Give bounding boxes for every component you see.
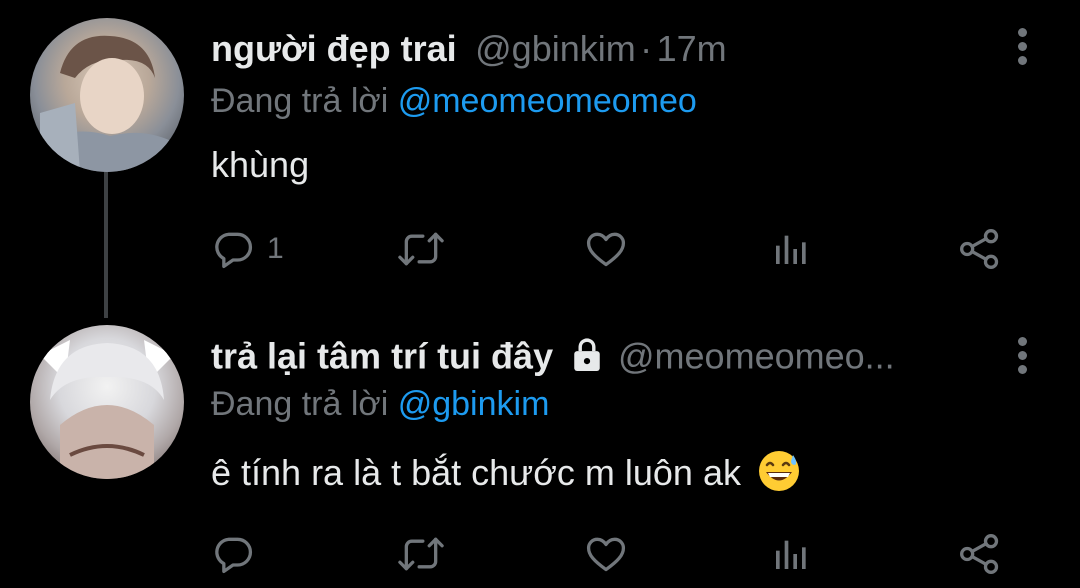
replying-to-label: Đang trả lời — [211, 82, 389, 120]
like-button[interactable] — [583, 531, 629, 577]
retweet-button[interactable] — [397, 226, 445, 272]
replying-to: Đang trả lời @meomeomeomeo — [211, 82, 697, 121]
views-button[interactable] — [771, 226, 811, 272]
views-icon — [776, 540, 806, 569]
replying-to-handle[interactable]: @gbinkim — [398, 385, 550, 423]
tweet-1[interactable]: người đẹp trai @gbinkim · 17m Đang trả l… — [0, 0, 1080, 305]
share-icon — [960, 229, 999, 269]
timestamp[interactable]: 17m — [657, 28, 727, 69]
replying-to-handle[interactable]: @meomeomeomeo — [398, 82, 697, 120]
reply-icon — [215, 232, 253, 269]
like-icon — [586, 232, 626, 267]
lock-icon — [570, 335, 604, 378]
tweet-actions: 1 — [211, 226, 1011, 272]
avatar[interactable] — [30, 325, 184, 479]
tweet-header: trả lại tâm trí tui đây @meomeomeo... — [211, 335, 1000, 379]
replying-to: Đang trả lời @gbinkim — [211, 385, 549, 424]
tweet-header: người đẹp trai @gbinkim · 17m — [211, 28, 1000, 72]
share-button[interactable] — [957, 226, 1003, 272]
user-handle[interactable]: @meomeomeo... — [618, 336, 895, 377]
display-name[interactable]: trả lại tâm trí tui đây — [211, 336, 553, 377]
more-icon[interactable] — [1016, 337, 1028, 377]
user-handle[interactable]: @gbinkim — [475, 28, 636, 69]
tweet-text: ê tính ra là t bắt chước m luôn ak — [211, 452, 741, 493]
avatar-image — [40, 340, 174, 479]
tweet-text: khùng — [211, 144, 310, 185]
tweet-actions — [211, 531, 1011, 577]
like-button[interactable] — [583, 226, 629, 272]
share-button[interactable] — [957, 531, 1003, 577]
grinning-face-with-sweat-icon — [757, 449, 801, 493]
retweet-icon — [398, 537, 444, 571]
reply-count: 1 — [267, 232, 284, 265]
share-icon — [960, 534, 999, 574]
reply-icon — [215, 537, 253, 574]
retweet-icon — [398, 232, 444, 266]
separator-dot: · — [640, 28, 653, 69]
avatar-image — [30, 35, 184, 172]
retweet-button[interactable] — [397, 531, 445, 577]
reply-button[interactable] — [211, 531, 267, 577]
reply-button[interactable]: 1 — [211, 226, 284, 272]
views-button[interactable] — [771, 531, 811, 577]
more-icon[interactable] — [1016, 28, 1028, 68]
tweet-text-line: ê tính ra là t bắt chước m luôn ak — [211, 449, 801, 494]
replying-to-label: Đang trả lời — [211, 385, 389, 423]
tweet-2[interactable]: trả lại tâm trí tui đây @meomeomeo... Đa… — [0, 305, 1080, 588]
views-icon — [776, 235, 806, 264]
display-name[interactable]: người đẹp trai — [211, 28, 457, 69]
avatar[interactable] — [30, 18, 184, 172]
like-icon — [586, 537, 626, 572]
